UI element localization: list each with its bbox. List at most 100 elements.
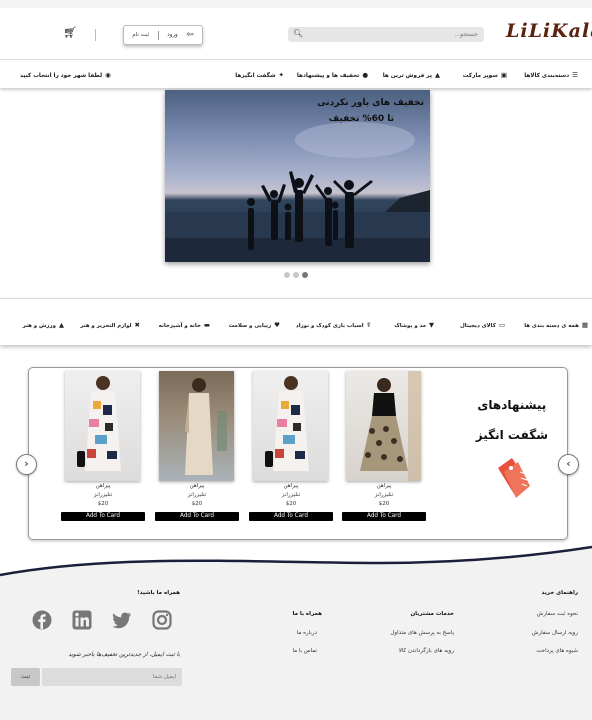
login-link[interactable]: ورود [167, 32, 177, 38]
category-bar: ▦همه ی دسته بندی ها ▭کالای دیجیتال ▼مد و… [0, 298, 592, 345]
basket-icon: ▣ [500, 71, 507, 79]
newsletter-submit-button[interactable]: ثبت [11, 668, 40, 686]
header-divider-line [0, 59, 592, 60]
category-beauty[interactable]: ♥زیبایی و سلامت [229, 321, 280, 329]
cart-icon[interactable]: 🛒︎ [63, 26, 77, 39]
product-price: $20 [191, 501, 203, 507]
newsletter-text: با ثبت ایمیل، از جدیدترین تخفیف‌ها باخبر… [68, 652, 180, 658]
carousel-dot-active[interactable] [302, 272, 308, 278]
product-price: $20 [378, 501, 390, 507]
product-name[interactable]: پیراهن [61, 483, 145, 489]
footer-guide-title: راهنمای خرید [541, 590, 578, 596]
add-to-cart-button[interactable]: Add To Card [342, 512, 426, 521]
product-brand: تنلیزرانز [187, 492, 207, 498]
city-selector[interactable]: ◉لطفا شهر خود را انتخاب کنید [20, 71, 111, 79]
product-brand: تنلیزرانز [281, 492, 301, 498]
footer-link[interactable]: نحوه ثبت سفارش [537, 611, 578, 617]
carousel-prev-button[interactable]: ‹ [16, 454, 37, 475]
category-digital[interactable]: ▭کالای دیجیتال [460, 321, 505, 329]
nav-item-amazing[interactable]: ✦شگفت انگیزها [235, 71, 284, 79]
login-icon: ⇦ [186, 30, 194, 40]
offers-title: پیشنهادهای شگفت انگیز [476, 390, 548, 450]
nav-item-supermarket[interactable]: ▣سوپر مارکت [463, 71, 507, 79]
search-bar[interactable]: 🔍︎ [288, 27, 484, 42]
location-icon: ◉ [105, 71, 111, 79]
linkedin-icon[interactable] [72, 610, 92, 630]
category-all[interactable]: ▦همه ی دسته بندی ها [524, 321, 588, 329]
svg-text:%: % [498, 480, 508, 491]
nav-item-discounts[interactable]: ●تخفیف ها و پیشنهادها [297, 71, 368, 79]
product-card[interactable]: پیراهن تنلیزرانز $20 Add To Card [249, 370, 333, 525]
twitter-icon[interactable] [112, 610, 132, 630]
category-toys[interactable]: ☤اسباب بازی کودک و نوزاد [296, 321, 371, 329]
heart-icon: ♥ [274, 321, 280, 329]
menu-icon: ☰ [572, 71, 578, 79]
product-image[interactable] [346, 371, 421, 481]
discount-tag-icon: % [498, 458, 530, 498]
search-input[interactable] [314, 27, 484, 42]
site-logo[interactable]: LiLiKala [506, 20, 592, 46]
add-to-cart-button[interactable]: Add To Card [155, 512, 239, 521]
percent-icon: ● [362, 71, 368, 79]
banner-subheadline: تا 60% تخفیف [328, 114, 394, 124]
product-price: $20 [97, 501, 109, 507]
offers-title-line2: شگفت انگیز [475, 428, 548, 442]
footer-link[interactable]: درباره ما [297, 630, 317, 636]
hero-banner[interactable]: تخفیف های باور نکردنی تا 60% تخفیف [165, 90, 430, 262]
footer-wave-divider [0, 545, 592, 585]
stars-icon: ✦ [278, 71, 284, 79]
grid-icon: ▦ [581, 321, 588, 329]
add-to-cart-button[interactable]: Add To Card [249, 512, 333, 521]
auth-box[interactable]: ⇦ ورود ثبت نام [123, 25, 203, 45]
footer-link[interactable]: رویه های بازگرداندن کالا [399, 648, 454, 654]
product-image[interactable] [253, 371, 328, 481]
fire-icon: ▲ [435, 71, 440, 79]
product-image[interactable] [65, 371, 140, 481]
footer-about-title: همراه با ما [292, 611, 323, 617]
chevron-left-icon: ‹ [24, 457, 29, 470]
offers-title-line1: پیشنهادهای [477, 398, 547, 412]
product-card[interactable]: پیراهن تنلیزرانز $20 Add To Card [155, 370, 239, 525]
footer-services-title: خدمات مشتریان [410, 611, 454, 617]
pencil-icon: ✖ [134, 321, 140, 329]
footer-link[interactable]: شیوه های پرداخت [536, 648, 578, 654]
product-image[interactable] [159, 371, 234, 481]
sofa-icon: ▬ [203, 321, 210, 329]
category-stationery[interactable]: ✖لوازم التحریر و هنر [80, 321, 140, 329]
nav-item-bestsellers[interactable]: ▲پر فروش ترین ها [383, 71, 440, 79]
footer [0, 574, 592, 720]
main-nav: ☰دسته‌بندی کالاها ▣سوپر مارکت ▲پر فروش ت… [0, 61, 592, 88]
category-fashion[interactable]: ▼مد و پوشاک [394, 321, 434, 329]
banner-headline: تخفیف های باور نکردنی [317, 98, 424, 108]
product-name[interactable]: پیراهن [249, 483, 333, 489]
chevron-right-icon: › [566, 457, 571, 470]
carousel-dot[interactable] [284, 272, 290, 278]
top-strip [0, 0, 592, 8]
footer-link[interactable]: رویه ارسال سفارش [532, 630, 578, 636]
search-icon[interactable]: 🔍︎ [293, 29, 303, 38]
auth-divider [157, 30, 159, 40]
footer-link[interactable]: پاسخ به پرسش های متداول [390, 630, 454, 636]
footer-link[interactable]: تماس با ما [293, 648, 317, 654]
newsletter-email-input[interactable] [42, 668, 182, 686]
product-price: $20 [285, 501, 297, 507]
add-to-cart-button[interactable]: Add To Card [61, 512, 145, 521]
facebook-icon[interactable] [32, 610, 52, 630]
product-name[interactable]: پیراهن [342, 483, 426, 489]
nav-item-categories[interactable]: ☰دسته‌بندی کالاها [524, 71, 578, 79]
product-card[interactable]: پیراهن تنلیزرانز $20 Add To Card [61, 370, 145, 525]
instagram-icon[interactable] [152, 610, 172, 630]
signup-link[interactable]: ثبت نام [132, 32, 149, 38]
category-home[interactable]: ▬خانه و آشپزخانه [159, 321, 210, 329]
product-brand: تنلیزرانز [93, 492, 113, 498]
laptop-icon: ▭ [498, 321, 505, 329]
carousel-next-button[interactable]: › [558, 454, 579, 475]
carousel-dot[interactable] [293, 272, 299, 278]
category-sports[interactable]: ▲ورزش و هنر [23, 321, 64, 329]
product-card[interactable]: پیراهن تنلیزرانز $20 Add To Card [342, 370, 426, 525]
footer-follow-title: همراه ما باشید! [137, 590, 180, 596]
product-name[interactable]: پیراهن [155, 483, 239, 489]
baby-icon: ☤ [366, 321, 371, 329]
carousel-dots [284, 272, 308, 278]
shirt-icon: ▼ [429, 321, 434, 329]
